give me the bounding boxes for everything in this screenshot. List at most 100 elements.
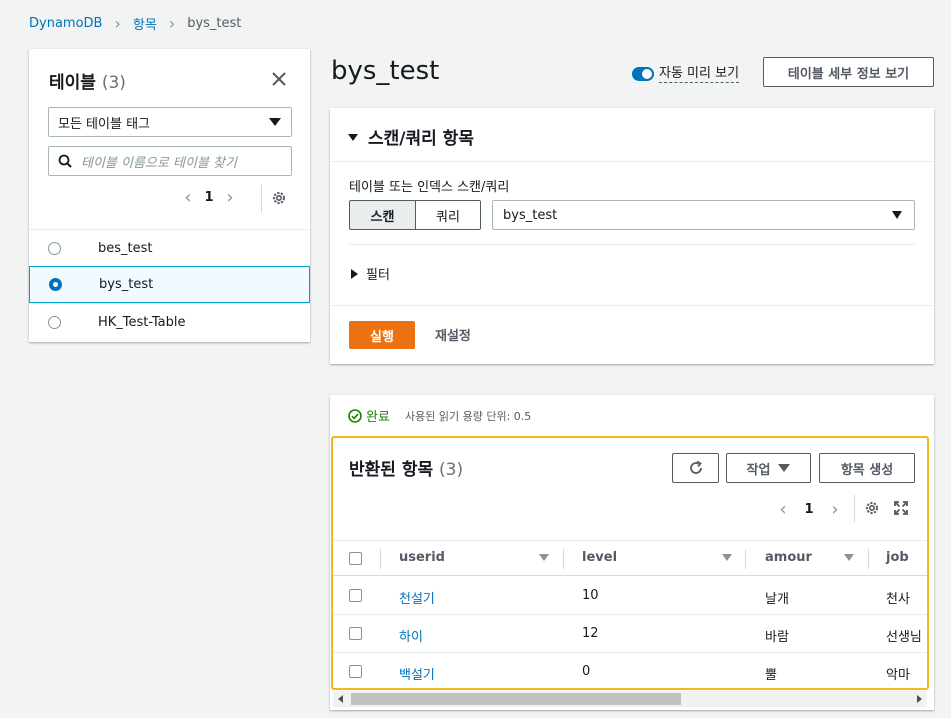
table-row[interactable]: 백설기 0 뿔 악마 — [333, 653, 927, 690]
tables-page-number[interactable]: 1 — [195, 190, 223, 205]
table-name: HK_Test-Table — [98, 314, 186, 330]
table-row[interactable]: 하이 12 바람 선생님 — [333, 615, 927, 653]
results-title: 반환된 항목 (3) — [349, 455, 463, 480]
radio-button[interactable] — [48, 315, 61, 329]
table-index-value: bys_test — [503, 207, 558, 223]
table-item-bys-test[interactable]: bys_test — [29, 266, 310, 303]
chevron-left-icon[interactable]: ‹ — [776, 499, 790, 520]
column-divider — [868, 549, 869, 569]
tables-panel: 테이블 (3) 모든 테이블 태그 테이블 이름으로 테이블 찾기 ‹ 1 › … — [29, 49, 310, 342]
cell-job: 천사 — [886, 592, 910, 607]
tag-filter-value: 모든 테이블 태그 — [58, 116, 150, 132]
cell-userid[interactable]: 하이 — [399, 626, 423, 645]
table-item-hk-test-table[interactable]: HK_Test-Table — [29, 303, 310, 340]
reset-button[interactable]: 재설정 — [435, 325, 471, 344]
results-count: (3) — [439, 460, 464, 480]
results-title-text: 반환된 항목 — [349, 460, 434, 480]
divider — [261, 185, 262, 213]
table-search-input[interactable]: 테이블 이름으로 테이블 찾기 — [48, 146, 292, 176]
caret-down-icon — [778, 464, 791, 472]
scroll-right-icon[interactable] — [917, 695, 922, 703]
caret-right-icon[interactable] — [351, 269, 358, 279]
table-name: bes_test — [98, 240, 153, 256]
sort-icon[interactable] — [844, 554, 854, 561]
cell-amour: 날개 — [765, 592, 789, 607]
cell-level: 0 — [582, 664, 591, 679]
search-icon — [58, 154, 72, 168]
auto-preview-label[interactable]: 자동 미리 보기 — [659, 62, 740, 83]
table-row[interactable]: 천설기 10 날개 천사 — [333, 577, 927, 615]
status-complete: 완료 — [348, 406, 390, 425]
results-page-number[interactable]: 1 — [790, 502, 828, 517]
cell-userid[interactable]: 천설기 — [399, 588, 435, 607]
breadcrumb-current: bys_test — [187, 16, 242, 31]
read-capacity-units: 사용된 읽기 용량 단위: 0.5 — [405, 410, 532, 423]
divider — [349, 244, 915, 245]
status-text: 완료 — [366, 410, 390, 425]
gear-icon[interactable] — [271, 190, 287, 210]
cell-level: 12 — [582, 626, 599, 641]
filter-toggle[interactable]: 필터 — [366, 264, 390, 283]
row-checkbox[interactable] — [349, 627, 362, 640]
cell-userid[interactable]: 백설기 — [399, 664, 435, 683]
table-name: bys_test — [99, 277, 154, 292]
cell-job: 선생님 — [886, 630, 922, 645]
tag-filter-select[interactable]: 모든 테이블 태그 — [48, 107, 292, 137]
check-circle-icon — [348, 408, 362, 423]
tables-panel-title: 테이블 (3) — [49, 68, 126, 93]
scrollbar-thumb[interactable] — [351, 693, 681, 705]
actions-dropdown-button[interactable]: 작업 — [726, 453, 811, 483]
chevron-right-icon[interactable]: › — [828, 499, 842, 520]
gear-icon[interactable] — [864, 500, 880, 520]
tables-title-text: 테이블 — [49, 73, 96, 93]
radio-button[interactable] — [49, 278, 62, 291]
column-divider — [745, 549, 746, 569]
scan-query-panel: 스캔/쿼리 항목 테이블 또는 인덱스 스캔/쿼리 스캔 쿼리 bys_test… — [330, 108, 934, 364]
sort-icon[interactable] — [539, 554, 549, 561]
chevron-right-icon: › — [114, 14, 121, 33]
chevron-right-icon: › — [168, 14, 176, 33]
view-table-details-button[interactable]: 테이블 세부 정보 보기 — [763, 57, 934, 87]
breadcrumb: DynamoDB › 항목 › bys_test — [29, 14, 241, 33]
scan-query-title: 스캔/쿼리 항목 — [368, 129, 474, 149]
table-index-select[interactable]: bys_test — [492, 200, 915, 230]
tables-pagination: ‹ 1 › — [181, 187, 237, 208]
run-button[interactable]: 실행 — [349, 321, 415, 349]
cell-job: 악마 — [886, 668, 910, 683]
scan-toggle-button[interactable]: 스캔 — [349, 200, 416, 230]
create-item-button[interactable]: 항목 생성 — [819, 453, 915, 483]
row-checkbox[interactable] — [349, 589, 362, 602]
page-title: bys_test — [331, 56, 440, 86]
close-icon[interactable] — [271, 71, 287, 87]
column-divider — [380, 549, 381, 569]
caret-down-icon — [269, 118, 281, 126]
caret-down-icon — [348, 134, 358, 141]
column-header-userid[interactable]: userid — [399, 550, 445, 565]
column-header-level[interactable]: level — [582, 550, 617, 565]
cell-level: 10 — [582, 588, 599, 603]
results-table: userid level amour job 천설기 10 날개 천사 하이 1… — [333, 540, 927, 690]
table-item-bes-test[interactable]: bes_test — [29, 229, 310, 266]
auto-preview-toggle[interactable] — [632, 67, 654, 81]
expand-icon[interactable] — [894, 500, 908, 519]
caret-down-icon — [892, 211, 902, 219]
breadcrumb-dynamodb[interactable]: DynamoDB — [29, 16, 102, 31]
chevron-right-icon[interactable]: › — [223, 187, 237, 208]
refresh-button[interactable] — [672, 453, 719, 483]
select-all-checkbox[interactable] — [349, 552, 362, 565]
sort-icon[interactable] — [722, 554, 732, 561]
column-divider — [563, 549, 564, 569]
scroll-left-icon[interactable] — [338, 695, 343, 703]
refresh-icon — [689, 460, 702, 474]
column-header-amour[interactable]: amour — [765, 550, 812, 565]
row-checkbox[interactable] — [349, 665, 362, 678]
scan-query-header[interactable]: 스캔/쿼리 항목 — [330, 108, 934, 162]
horizontal-scrollbar[interactable] — [333, 691, 927, 707]
tables-count: (3) — [101, 73, 126, 93]
breadcrumb-items[interactable]: 항목 — [133, 14, 157, 33]
column-header-job[interactable]: job — [886, 550, 909, 565]
divider — [854, 495, 855, 523]
query-toggle-button[interactable]: 쿼리 — [415, 200, 481, 230]
chevron-left-icon[interactable]: ‹ — [181, 187, 195, 208]
radio-button[interactable] — [48, 241, 61, 255]
